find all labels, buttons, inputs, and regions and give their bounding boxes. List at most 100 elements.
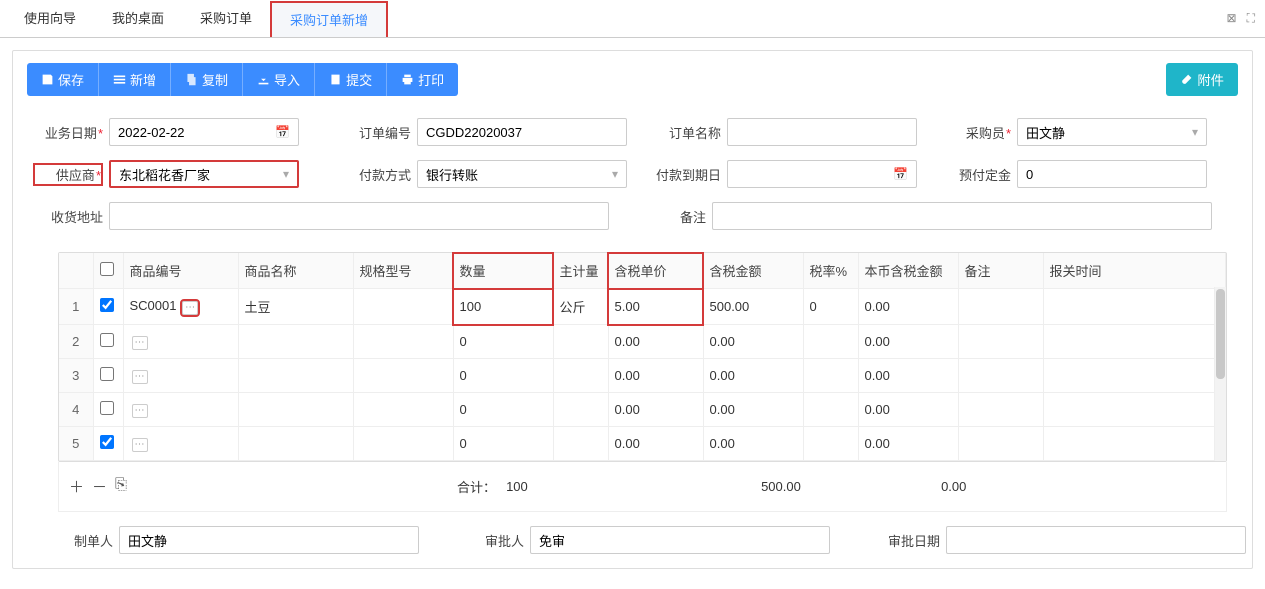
tab-po-new[interactable]: 采购订单新增 [270, 1, 388, 37]
cell-amount[interactable]: 500.00 [703, 289, 803, 325]
cell-tax[interactable] [803, 393, 858, 427]
cell-local-amount[interactable]: 0.00 [858, 359, 958, 393]
cell-local-amount[interactable]: 0.00 [858, 393, 958, 427]
cell-price[interactable]: 0.00 [608, 325, 703, 359]
submit-button[interactable]: 提交 [315, 63, 387, 96]
col-qty[interactable]: 数量 [453, 253, 553, 289]
lookup-icon[interactable]: ⋯ [132, 404, 148, 418]
tab-po-list[interactable]: 采购订单 [182, 1, 270, 37]
biz-date-input[interactable]: 📅 [109, 118, 299, 146]
vertical-scrollbar[interactable] [1214, 287, 1226, 461]
copy-row-icon[interactable]: ⎘ [115, 476, 127, 497]
close-icon[interactable]: ⊠ [1227, 11, 1237, 26]
col-remark[interactable]: 备注 [958, 253, 1043, 289]
cell-customs-time[interactable] [1043, 427, 1226, 461]
cell-remark[interactable] [958, 393, 1043, 427]
maker-input[interactable] [119, 526, 419, 554]
cell-amount[interactable]: 0.00 [703, 325, 803, 359]
col-price[interactable]: 含税单价 [608, 253, 703, 289]
table-row[interactable]: 5 ⋯ 0 0.00 0.00 0.00 [59, 427, 1226, 461]
row-check[interactable] [93, 289, 123, 325]
cell-remark[interactable] [958, 359, 1043, 393]
cell-tax[interactable] [803, 427, 858, 461]
cell-spec[interactable] [353, 393, 453, 427]
cell-spec[interactable] [353, 359, 453, 393]
fullscreen-icon[interactable]: ⛶ [1247, 11, 1255, 26]
cell-code[interactable]: ⋯ [123, 359, 238, 393]
cell-amount[interactable]: 0.00 [703, 393, 803, 427]
order-no-input[interactable] [417, 118, 627, 146]
copy-button[interactable]: 复制 [171, 63, 243, 96]
calendar-icon[interactable]: 📅 [275, 125, 290, 139]
cell-qty[interactable]: 0 [453, 359, 553, 393]
chevron-down-icon[interactable]: ▾ [283, 167, 289, 181]
col-customs-time[interactable]: 报关时间 [1043, 253, 1226, 289]
col-code[interactable]: 商品编号 [123, 253, 238, 289]
cell-price[interactable]: 0.00 [608, 359, 703, 393]
table-row[interactable]: 4 ⋯ 0 0.00 0.00 0.00 [59, 393, 1226, 427]
row-check[interactable] [93, 427, 123, 461]
cell-code[interactable]: SC0001 ⋯ [123, 289, 238, 325]
cell-spec[interactable] [353, 325, 453, 359]
table-row[interactable]: 3 ⋯ 0 0.00 0.00 0.00 [59, 359, 1226, 393]
cell-customs-time[interactable] [1043, 393, 1226, 427]
lookup-icon[interactable]: ⋯ [132, 438, 148, 452]
order-name-input[interactable] [727, 118, 917, 146]
table-row[interactable]: 1 SC0001 ⋯ 土豆 100 公斤 5.00 500.00 0 0.00 [59, 289, 1226, 325]
cell-qty[interactable]: 0 [453, 393, 553, 427]
cell-local-amount[interactable]: 0.00 [858, 289, 958, 325]
chevron-down-icon[interactable]: ▾ [1192, 125, 1198, 139]
table-row[interactable]: 2 ⋯ 0 0.00 0.00 0.00 [59, 325, 1226, 359]
col-check[interactable] [93, 253, 123, 289]
cell-customs-time[interactable] [1043, 359, 1226, 393]
cell-code[interactable]: ⋯ [123, 427, 238, 461]
cell-price[interactable]: 0.00 [608, 427, 703, 461]
lookup-icon[interactable]: ⋯ [182, 301, 198, 315]
pay-due-input[interactable]: 📅 [727, 160, 917, 188]
cell-spec[interactable] [353, 427, 453, 461]
cell-name[interactable]: 土豆 [238, 289, 353, 325]
cell-name[interactable] [238, 359, 353, 393]
cell-uom[interactable] [553, 325, 608, 359]
cell-remark[interactable] [958, 289, 1043, 325]
cell-name[interactable] [238, 393, 353, 427]
cell-remark[interactable] [958, 325, 1043, 359]
cell-remark[interactable] [958, 427, 1043, 461]
cell-tax[interactable] [803, 325, 858, 359]
cell-local-amount[interactable]: 0.00 [858, 325, 958, 359]
cell-customs-time[interactable] [1043, 289, 1226, 325]
pay-method-select[interactable]: ▾ [417, 160, 627, 188]
cell-name[interactable] [238, 427, 353, 461]
approver-input[interactable] [530, 526, 830, 554]
chevron-down-icon[interactable]: ▾ [612, 167, 618, 181]
cell-local-amount[interactable]: 0.00 [858, 427, 958, 461]
remark-input[interactable] [712, 202, 1212, 230]
cell-tax[interactable]: 0 [803, 289, 858, 325]
col-name[interactable]: 商品名称 [238, 253, 353, 289]
tab-guide[interactable]: 使用向导 [6, 1, 94, 37]
cell-amount[interactable]: 0.00 [703, 359, 803, 393]
new-button[interactable]: 新增 [99, 63, 171, 96]
cell-price[interactable]: 5.00 [608, 289, 703, 325]
cell-qty[interactable]: 0 [453, 427, 553, 461]
add-row-icon[interactable]: ＋ [69, 476, 84, 497]
cell-qty[interactable]: 100 [453, 289, 553, 325]
lookup-icon[interactable]: ⋯ [132, 336, 148, 350]
cell-uom[interactable] [553, 393, 608, 427]
ship-addr-input[interactable] [109, 202, 609, 230]
remove-row-icon[interactable]: － [92, 476, 107, 497]
attachment-button[interactable]: 附件 [1166, 63, 1238, 96]
cell-amount[interactable]: 0.00 [703, 427, 803, 461]
row-check[interactable] [93, 325, 123, 359]
cell-uom[interactable] [553, 427, 608, 461]
cell-code[interactable]: ⋯ [123, 325, 238, 359]
cell-price[interactable]: 0.00 [608, 393, 703, 427]
col-uom[interactable]: 主计量 [553, 253, 608, 289]
col-tax[interactable]: 税率% [803, 253, 858, 289]
cell-uom[interactable] [553, 359, 608, 393]
cell-customs-time[interactable] [1043, 325, 1226, 359]
check-all[interactable] [100, 262, 114, 276]
cell-spec[interactable] [353, 289, 453, 325]
save-button[interactable]: 保存 [27, 63, 99, 96]
buyer-select[interactable]: ▾ [1017, 118, 1207, 146]
